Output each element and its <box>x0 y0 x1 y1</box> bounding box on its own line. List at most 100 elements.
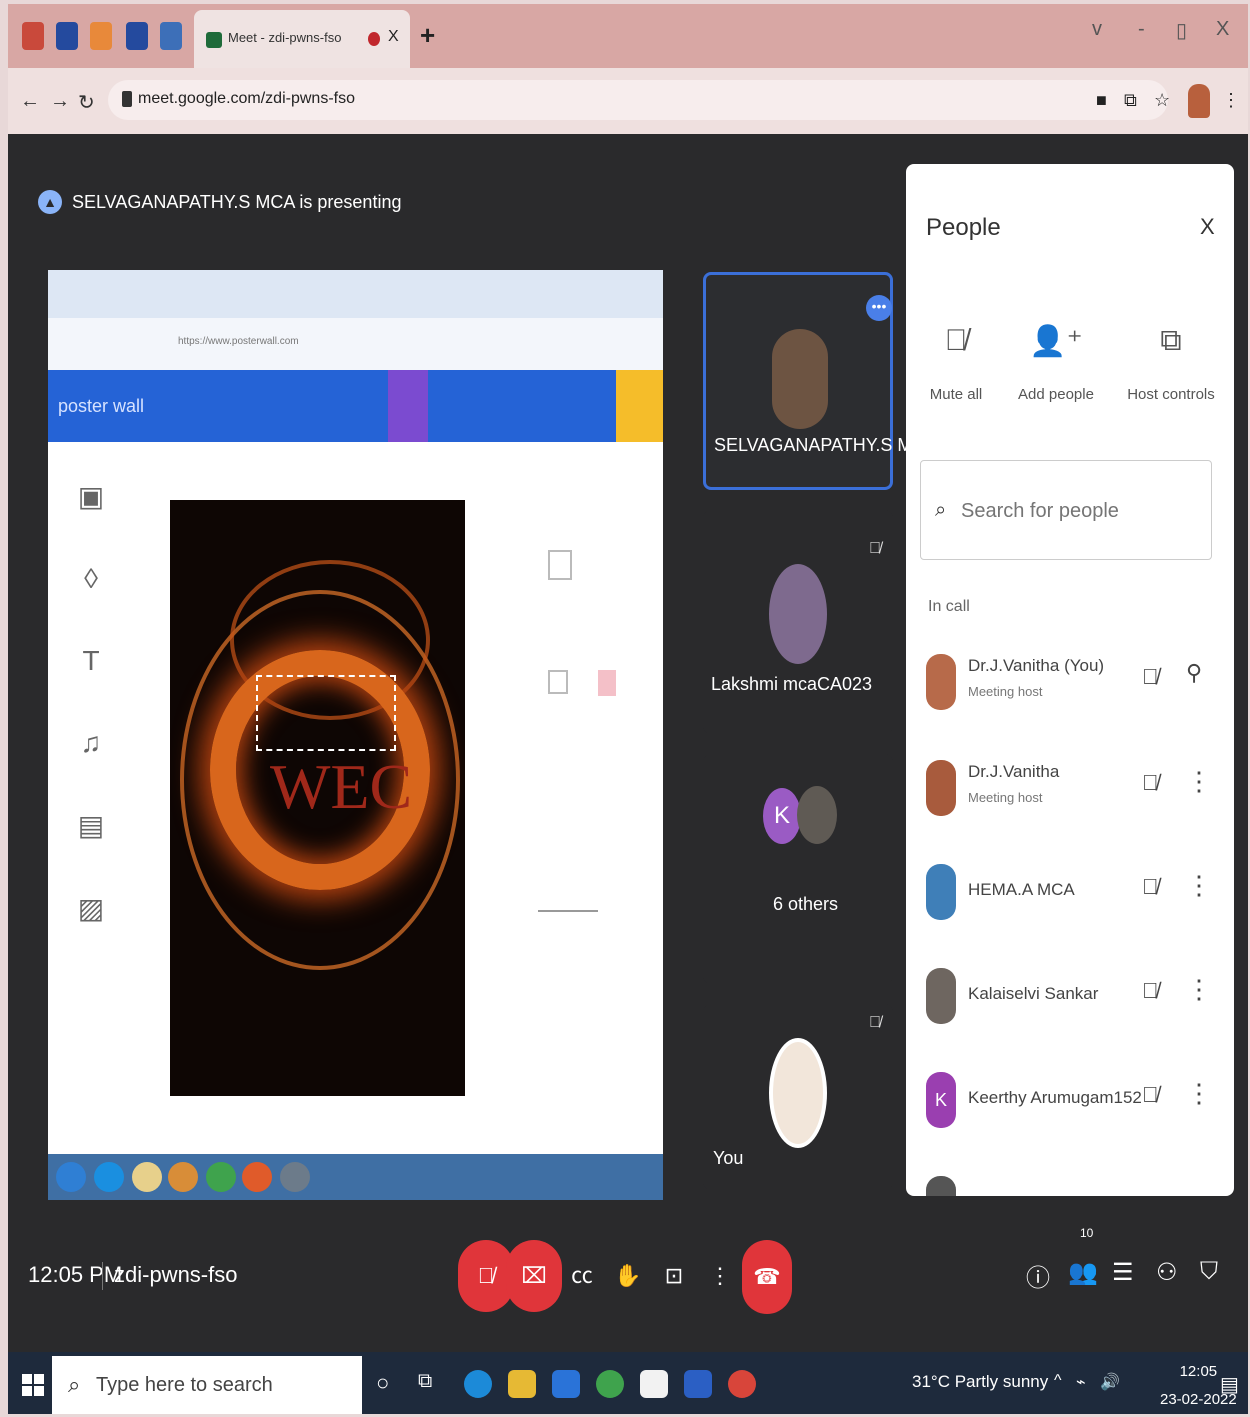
participant-row[interactable]: HEMA.A MCA 🎙̸ ⋮ <box>906 858 1234 938</box>
task-view-icon[interactable]: ⧉ <box>418 1370 432 1393</box>
tray-chevron-icon[interactable]: ^ <box>1054 1372 1062 1390</box>
tile-more-options-button[interactable]: ••• <box>866 295 892 321</box>
mail-icon[interactable] <box>552 1370 580 1398</box>
tile-name: SELVAGANAPATHY.S MCA <box>714 435 938 455</box>
leave-call-button[interactable]: ☎ <box>742 1240 792 1314</box>
self-tile[interactable]: 🎙̸ You <box>703 1004 893 1190</box>
copy-icon <box>548 670 568 694</box>
restore-button[interactable]: ▯ <box>1176 18 1187 43</box>
pin-icon[interactable]: ⚲ <box>1186 660 1202 686</box>
camera-indicator-icon[interactable]: ■ <box>1096 90 1107 111</box>
people-search-input[interactable] <box>961 491 1201 531</box>
file-explorer-icon[interactable] <box>508 1370 536 1398</box>
profile-avatar[interactable] <box>1188 84 1210 118</box>
browser-tab-bar: Meet - zdi-pwns-fso X + v - ▯ X <box>8 4 1248 68</box>
meeting-clock: 12:05 PM <box>28 1262 123 1287</box>
omnibox[interactable]: meet.google.com/zdi-pwns-fso <box>108 80 1168 120</box>
participant-row[interactable]: Dr.J.Vanitha (You) Meeting host 🎙̸ ⚲ <box>906 648 1234 728</box>
more-options-icon[interactable]: ⋮ <box>1186 870 1212 901</box>
store-icon[interactable] <box>640 1370 668 1398</box>
network-icon[interactable]: ⌁ <box>1076 1372 1086 1392</box>
participant-photo <box>772 329 828 429</box>
reload-icon[interactable]: ↻ <box>78 90 95 115</box>
edge-icon[interactable] <box>464 1370 492 1398</box>
notifications-icon[interactable]: ▤ <box>1220 1372 1239 1397</box>
mute-all-button[interactable]: 🎙̸ Mute all <box>906 324 1006 403</box>
weather-widget[interactable]: 31°C Partly sunny <box>912 1372 1048 1392</box>
mic-off-icon[interactable]: 🎙̸ <box>1142 664 1159 690</box>
url-text: meet.google.com/zdi-pwns-fso <box>138 90 355 107</box>
new-tab-button[interactable]: + <box>420 20 435 51</box>
mic-off-icon: 🎙̸ <box>944 324 968 357</box>
add-people-button[interactable]: 👤⁺ Add people <box>1006 324 1106 403</box>
browser-menu-icon[interactable]: ⋮ <box>1222 90 1240 111</box>
mic-off-icon[interactable]: 🎙̸ <box>1142 1082 1159 1108</box>
presenting-icon: ▲ <box>38 190 62 214</box>
shared-taskbar <box>48 1154 663 1200</box>
people-panel: People X 🎙̸ Mute all 👤⁺ Add people ⧉ Hos… <box>906 164 1234 1196</box>
participant-tile[interactable]: 🎙̸ Lakshmi mcaCA023 <box>703 510 893 734</box>
tab-title: Meet - zdi-pwns-fso <box>228 30 342 45</box>
windows-start-icon[interactable] <box>22 1374 44 1396</box>
cortana-icon[interactable]: ○ <box>376 1370 389 1396</box>
bookmark-star-icon[interactable]: ☆ <box>1154 90 1170 111</box>
ie-icon <box>94 1162 124 1192</box>
forward-icon[interactable]: → <box>50 90 70 113</box>
participant-tile-presenter[interactable]: ••• SELVAGANAPATHY.S MCA <box>703 272 937 490</box>
participant-photo <box>797 786 837 844</box>
pinned-tab-flag-icon[interactable] <box>90 22 112 50</box>
minimize-button[interactable]: - <box>1138 18 1145 41</box>
participant-row[interactable]: Kalaiselvi Sankar 🎙̸ ⋮ <box>906 962 1234 1042</box>
more-options-icon[interactable]: ⋮ <box>1186 1078 1212 1109</box>
share-icon[interactable]: ⧉ <box>1124 90 1137 111</box>
self-photo <box>769 1038 827 1148</box>
back-icon[interactable]: ← <box>20 90 40 113</box>
tile-name: You <box>713 1148 744 1168</box>
participant-avatar <box>926 968 956 1024</box>
lock-icon <box>122 91 132 107</box>
participant-name: HEMA.A MCA <box>968 880 1075 899</box>
taskbar-search[interactable]: ⌕ Type here to search <box>52 1356 362 1414</box>
pinned-tab-gmail-icon[interactable] <box>22 22 44 50</box>
pinned-tab-icon[interactable] <box>56 22 78 50</box>
app-icon <box>280 1162 310 1192</box>
chrome-icon[interactable] <box>596 1370 624 1398</box>
more-options-icon[interactable]: ⋮ <box>1186 766 1212 797</box>
host-controls-icon[interactable]: ⛉ <box>1200 1258 1218 1286</box>
taskbar-search-placeholder: Type here to search <box>96 1374 273 1396</box>
meeting-details-icon[interactable]: ⓘ <box>1026 1258 1050 1293</box>
activities-icon[interactable]: ⚇ <box>1156 1258 1178 1287</box>
shared-url: https://www.posterwall.com <box>178 336 299 347</box>
layout-tool-icon: ▤ <box>77 810 105 841</box>
chrome-icon <box>206 1162 236 1192</box>
people-icon[interactable]: 👥 <box>1068 1258 1098 1287</box>
participant-row[interactable]: K Keerthy Arumugam152 🎙̸ ⋮ <box>906 1066 1234 1146</box>
people-search[interactable]: ⌕ <box>920 460 1212 560</box>
panel-close-button[interactable]: X <box>1200 214 1215 240</box>
firefox-icon <box>242 1162 272 1192</box>
mic-off-icon[interactable]: 🎙̸ <box>1142 874 1159 900</box>
more-options-button[interactable]: ⋮ <box>692 1240 748 1312</box>
participant-tile-others[interactable]: K 6 others <box>703 754 893 984</box>
volume-icon[interactable]: 🔊 <box>1100 1372 1120 1392</box>
participant-row[interactable] <box>906 1170 1234 1196</box>
tab-meet[interactable]: Meet - zdi-pwns-fso X <box>194 10 410 68</box>
poster-title: WEC <box>270 751 413 822</box>
more-options-icon[interactable]: ⋮ <box>1186 974 1212 1005</box>
chat-icon[interactable]: ☰ <box>1112 1258 1134 1287</box>
tab-close-button[interactable]: X <box>388 28 399 46</box>
shared-toolbar-highlight <box>388 370 428 442</box>
add-person-icon: 👤⁺ <box>1029 325 1083 358</box>
presenting-text: SELVAGANAPATHY.S MCA is presenting <box>72 191 402 212</box>
close-window-button[interactable]: X <box>1216 18 1229 41</box>
chrome-active-icon[interactable] <box>728 1370 756 1398</box>
participant-initial: K <box>763 788 801 844</box>
mic-off-icon[interactable]: 🎙̸ <box>1142 770 1159 796</box>
pinned-tab-icon[interactable] <box>126 22 148 50</box>
tab-search-button[interactable]: v <box>1092 18 1102 41</box>
participant-row[interactable]: Dr.J.Vanitha Meeting host 🎙̸ ⋮ <box>906 754 1234 834</box>
mic-off-icon[interactable]: 🎙̸ <box>1142 978 1159 1004</box>
host-controls-button[interactable]: ⧉ Host controls <box>1116 324 1226 403</box>
pinned-tab-icon[interactable] <box>160 22 182 50</box>
word-icon[interactable] <box>684 1370 712 1398</box>
